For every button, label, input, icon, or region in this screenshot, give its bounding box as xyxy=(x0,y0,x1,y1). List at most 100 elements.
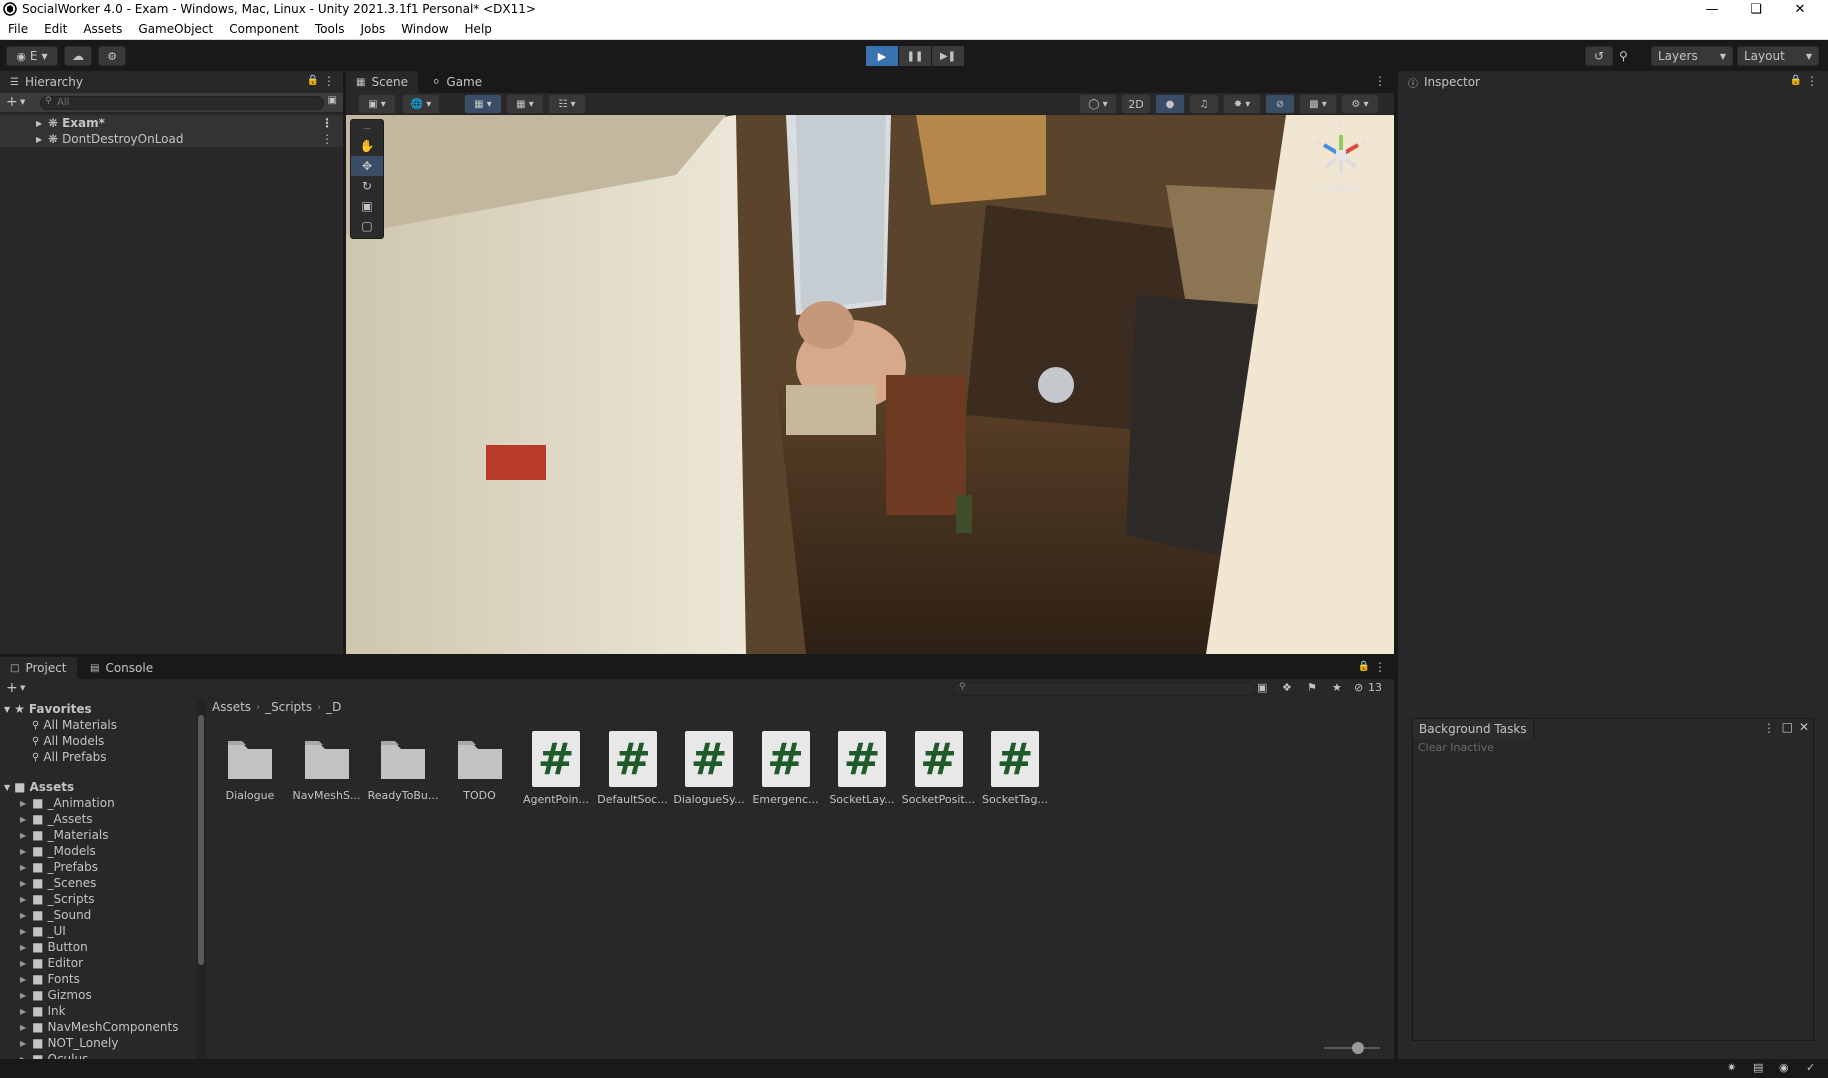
hierarchy-search[interactable]: ⚲ All xyxy=(40,96,324,110)
foldout-arrow-icon[interactable]: ▶ xyxy=(20,975,26,984)
audio-toggle[interactable]: ♫ xyxy=(1189,94,1219,114)
menu-assets[interactable]: Assets xyxy=(75,22,130,36)
foldout-arrow-icon[interactable]: ▶ xyxy=(20,927,26,936)
clear-inactive-button[interactable]: Clear Inactive xyxy=(1418,741,1494,754)
account-button[interactable]: ◉ E ▼ xyxy=(6,46,58,66)
add-icon[interactable]: + xyxy=(6,94,18,110)
tab-inspector[interactable]: ⓘ Inspector xyxy=(1398,71,1828,93)
zoom-slider-thumb[interactable] xyxy=(1352,1042,1364,1054)
menu-window[interactable]: Window xyxy=(393,22,456,36)
project-tree-folder[interactable]: ▶ ■ _Sound xyxy=(0,907,196,923)
project-tree-folder[interactable]: ▶ ■ NavMeshComponents xyxy=(0,1019,196,1035)
kebab-menu-icon[interactable]: ⋮ xyxy=(321,116,333,130)
asset-folder[interactable]: ReadyToBu... xyxy=(365,731,441,802)
filter-by-type-icon[interactable]: ❖ xyxy=(1282,681,1292,694)
foldout-arrow-icon[interactable]: ▶ xyxy=(20,847,26,856)
asset-script[interactable]: # AgentPoin... xyxy=(518,731,594,806)
drag-handle-icon[interactable]: — xyxy=(351,120,383,136)
background-tasks-tab[interactable]: Background Tasks xyxy=(1413,719,1534,739)
check-icon[interactable]: ✓ xyxy=(1806,1061,1815,1074)
menu-edit[interactable]: Edit xyxy=(36,22,75,36)
assets-root[interactable]: ▼ ■ Assets xyxy=(0,779,196,795)
add-icon[interactable]: + xyxy=(6,680,18,696)
tab-game[interactable]: ⚪ Game xyxy=(422,71,492,93)
cloud-button[interactable]: ☁ xyxy=(64,46,92,66)
project-tree-folder[interactable]: ▶ ■ _Scenes xyxy=(0,875,196,891)
kebab-menu-icon[interactable]: ⋮ xyxy=(1374,74,1386,88)
foldout-arrow-icon[interactable]: ▶ xyxy=(20,1007,26,1016)
bug-icon[interactable]: ✷ xyxy=(1727,1061,1736,1074)
increment-snap-button[interactable]: ▦ ▾ xyxy=(506,94,544,114)
minimize-icon[interactable]: — xyxy=(1690,0,1734,19)
foldout-arrow-icon[interactable]: ▶ xyxy=(20,959,26,968)
foldout-arrow-icon[interactable]: ▶ xyxy=(20,799,26,808)
camera-button[interactable]: ▩ ▾ xyxy=(1299,94,1337,114)
menu-tools[interactable]: Tools xyxy=(307,22,353,36)
asset-script[interactable]: # DefaultSoc... xyxy=(595,731,671,806)
project-tree-folder[interactable]: ▶ ■ _Animation xyxy=(0,795,196,811)
cache-icon[interactable]: ▤ xyxy=(1753,1061,1763,1074)
tab-hierarchy[interactable]: ☰ Hierarchy xyxy=(0,71,343,93)
favorites-star-icon[interactable]: ★ xyxy=(1332,681,1342,694)
kebab-menu-icon[interactable]: ⋮ xyxy=(1806,74,1818,88)
breadcrumb-item[interactable]: Assets xyxy=(212,700,251,714)
grid-snap-button[interactable]: ▦ ▾ xyxy=(464,94,502,114)
breadcrumb-item[interactable]: _Scripts xyxy=(265,700,312,714)
kebab-menu-icon[interactable]: ⋮ xyxy=(321,132,333,146)
gizmos-button[interactable]: ⚙ ▾ xyxy=(1341,94,1379,114)
foldout-arrow-icon[interactable]: ▶ xyxy=(36,135,42,144)
foldout-arrow-icon[interactable]: ▶ xyxy=(20,911,26,920)
project-tree-folder[interactable]: ▶ ■ _Scripts xyxy=(0,891,196,907)
zoom-slider[interactable] xyxy=(1324,1042,1380,1054)
tab-scene[interactable]: ▦ Scene xyxy=(346,71,419,93)
rotate-tool-icon[interactable]: ↻ xyxy=(351,176,383,196)
kebab-menu-icon[interactable]: ⋮ xyxy=(1763,721,1775,735)
hidden-packages-icon[interactable]: ⊘ xyxy=(1354,681,1363,694)
project-search[interactable]: ⚲ xyxy=(952,682,1256,696)
favorite-item[interactable]: ⚲ All Models xyxy=(0,733,196,749)
foldout-arrow-icon[interactable]: ▶ xyxy=(20,863,26,872)
scene-visibility-toggle[interactable]: ⊘ xyxy=(1265,94,1295,114)
pause-button[interactable]: ❚❚ xyxy=(899,46,931,66)
favorite-item[interactable]: ⚲ All Prefabs xyxy=(0,749,196,765)
foldout-arrow-icon[interactable]: ▶ xyxy=(20,991,26,1000)
project-tree-folder[interactable]: ▶ ■ _Assets xyxy=(0,811,196,827)
chevron-down-icon[interactable]: ▼ xyxy=(20,98,25,106)
asset-folder[interactable]: Dialogue xyxy=(212,731,288,802)
rect-tool-icon[interactable]: ▢ xyxy=(351,216,383,236)
lighting-toggle[interactable]: ● xyxy=(1155,94,1185,114)
undo-history-button[interactable]: ↺ xyxy=(1585,46,1613,66)
project-tree-folder[interactable]: ▶ ■ _Models xyxy=(0,843,196,859)
scale-tool-icon[interactable]: ▣ xyxy=(351,196,383,216)
scene-search-icon[interactable]: ▣ xyxy=(328,95,337,106)
asset-folder[interactable]: NavMeshS... xyxy=(289,731,365,802)
hierarchy-item-exam[interactable]: ▶ ❋ Exam* ⋮ xyxy=(0,115,343,131)
foldout-arrow-icon[interactable]: ▶ xyxy=(20,1039,26,1048)
global-local-button[interactable]: 🌐 ▾ xyxy=(402,94,440,114)
lock-icon[interactable]: 🔒 xyxy=(307,75,319,86)
foldout-arrow-icon[interactable]: ▶ xyxy=(20,831,26,840)
scrollbar-thumb[interactable] xyxy=(198,715,204,965)
asset-script[interactable]: # DialogueSy... xyxy=(671,731,747,806)
mode-2d-button[interactable]: 2D xyxy=(1121,94,1151,114)
autogen-lighting-icon[interactable]: ◉ xyxy=(1779,1061,1789,1074)
foldout-arrow-icon[interactable]: ▶ xyxy=(36,119,42,128)
close-icon[interactable]: ✕ xyxy=(1778,0,1822,19)
project-tree-folder[interactable]: ▶ ■ Editor xyxy=(0,955,196,971)
effects-button[interactable]: ✸ ▾ xyxy=(1223,94,1261,114)
render-mode-button[interactable]: ◯ ▾ xyxy=(1079,94,1117,114)
favorite-item[interactable]: ⚲ All Materials xyxy=(0,717,196,733)
grid-visibility-button[interactable]: ☷ ▾ xyxy=(548,94,586,114)
foldout-arrow-icon[interactable]: ▶ xyxy=(20,1023,26,1032)
play-button[interactable]: ▶ xyxy=(866,46,898,66)
restore-icon[interactable]: ❏ xyxy=(1734,0,1778,19)
tab-project[interactable]: □ Project xyxy=(0,657,77,679)
favorites-header[interactable]: ▼ ★ Favorites xyxy=(0,701,196,717)
foldout-arrow-icon[interactable]: ▶ xyxy=(20,815,26,824)
maximize-icon[interactable]: □ xyxy=(1782,720,1793,734)
tree-scrollbar[interactable] xyxy=(196,699,206,1059)
project-tree-folder[interactable]: ▶ ■ Oculus xyxy=(0,1051,196,1059)
menu-gameobject[interactable]: GameObject xyxy=(130,22,221,36)
menu-help[interactable]: Help xyxy=(457,22,500,36)
menu-file[interactable]: File xyxy=(0,22,36,36)
